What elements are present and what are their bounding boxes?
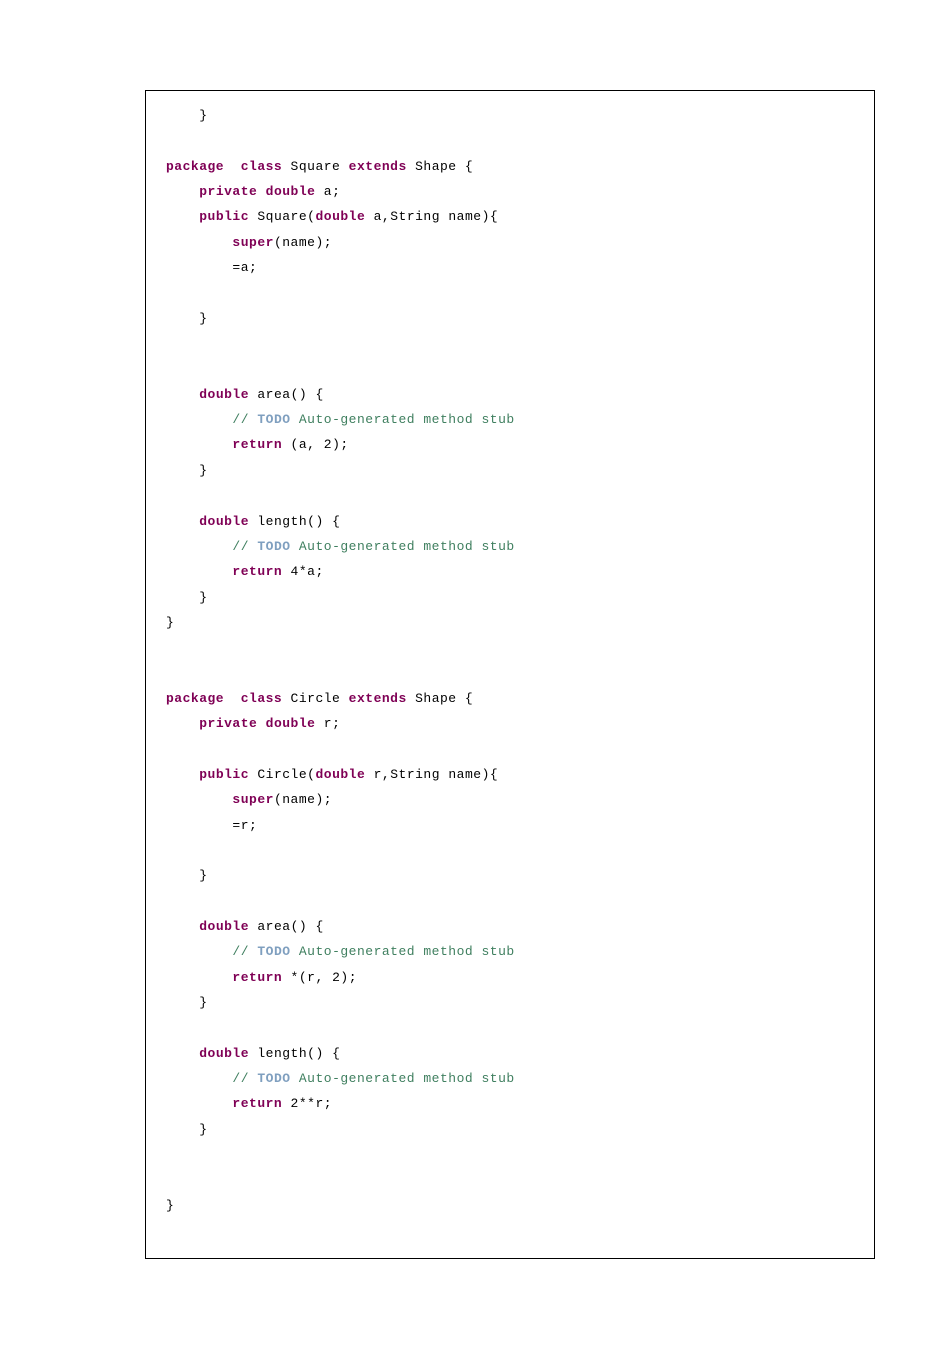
- document-page: } package class Square extends Shape { p…: [0, 0, 945, 1359]
- code-block: } package class Square extends Shape { p…: [166, 103, 854, 1218]
- code-container: } package class Square extends Shape { p…: [145, 90, 875, 1259]
